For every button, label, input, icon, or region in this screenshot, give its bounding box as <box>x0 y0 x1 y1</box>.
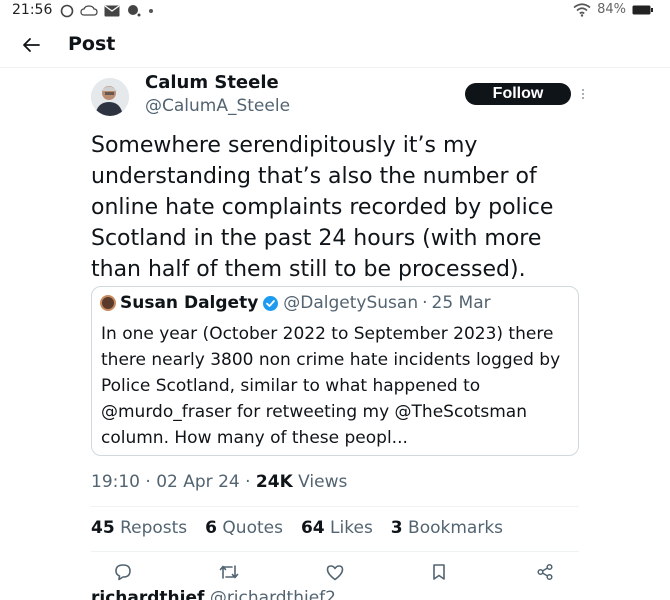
chat-app-icon <box>128 5 141 17</box>
quote-text: In one year (October 2022 to September 2… <box>101 324 561 448</box>
author-avatar[interactable] <box>91 78 129 116</box>
bookmark-icon <box>433 564 445 580</box>
author-name[interactable]: Calum Steele <box>145 72 279 93</box>
verified-badge-icon <box>263 295 279 311</box>
mail-icon <box>104 5 120 17</box>
reposts-stat[interactable]: 45 Reposts <box>91 518 187 538</box>
quote-author-handle: @DalgetySusan <box>283 293 419 313</box>
like-button[interactable] <box>323 560 347 584</box>
status-time: 21:56 <box>12 2 53 18</box>
divider <box>91 551 579 552</box>
arrow-left-icon <box>23 38 40 52</box>
wifi-icon <box>573 2 591 17</box>
status-bar: 21:56 84% <box>0 0 670 24</box>
meta-separator: · <box>145 472 157 492</box>
quote-author-name: Susan Dalgety <box>120 293 259 313</box>
reply-icon <box>115 564 131 581</box>
more-options-icon[interactable] <box>578 84 588 104</box>
next-post-peek[interactable]: richardthief @richardthief2 <box>91 588 336 600</box>
author-handle[interactable]: @CalumA_Steele <box>145 96 290 116</box>
quote-avatar <box>100 295 116 311</box>
quote-header: Susan Dalgety @DalgetySusan · 25 Mar <box>100 293 491 313</box>
quote-separator: · <box>422 293 428 313</box>
author-photo <box>91 78 129 116</box>
quoted-post[interactable]: Susan Dalgety @DalgetySusan · 25 Mar In … <box>91 286 579 456</box>
post-date[interactable]: 02 Apr 24 <box>156 472 239 492</box>
next-post-handle: @richardthief2 <box>209 588 336 600</box>
post-text: Somewhere serendipitously it’s my unders… <box>91 133 554 282</box>
share-icon <box>537 563 553 581</box>
system-icons: 84% <box>573 2 654 17</box>
notification-icons <box>60 4 154 18</box>
post-time[interactable]: 19:10 <box>91 472 140 492</box>
repost-button[interactable] <box>217 560 241 584</box>
action-bar <box>91 558 579 586</box>
repost-icon <box>219 565 239 579</box>
quotes-stat[interactable]: 6 Quotes <box>205 518 283 538</box>
meta-separator: · <box>245 472 256 492</box>
post-meta: 19:10 · 02 Apr 24 · 24K Views <box>91 472 347 492</box>
follow-button[interactable]: Follow <box>465 83 571 105</box>
battery-icon <box>632 5 653 14</box>
cloud-app-icon <box>80 5 98 16</box>
next-post-name: richardthief <box>91 588 205 600</box>
stats-row: 45 Reposts 6 Quotes 64 Likes 3 Bookmarks <box>91 518 503 538</box>
bookmark-button[interactable] <box>427 560 451 584</box>
views-label: Views <box>298 472 348 492</box>
battery-percent: 84% <box>597 2 626 17</box>
circle-app-icon <box>60 4 74 18</box>
like-icon <box>326 564 344 580</box>
back-button[interactable] <box>18 32 44 58</box>
page-title: Post <box>68 33 116 55</box>
share-button[interactable] <box>533 560 557 584</box>
reply-button[interactable] <box>111 560 135 584</box>
likes-stat[interactable]: 64 Likes <box>301 518 373 538</box>
views-count: 24K <box>255 472 293 492</box>
top-bar: Post <box>0 24 670 68</box>
more-notifications-dot-icon <box>149 9 153 13</box>
bookmarks-stat[interactable]: 3 Bookmarks <box>391 518 503 538</box>
divider <box>91 506 579 507</box>
quote-date: 25 Mar <box>431 293 491 313</box>
